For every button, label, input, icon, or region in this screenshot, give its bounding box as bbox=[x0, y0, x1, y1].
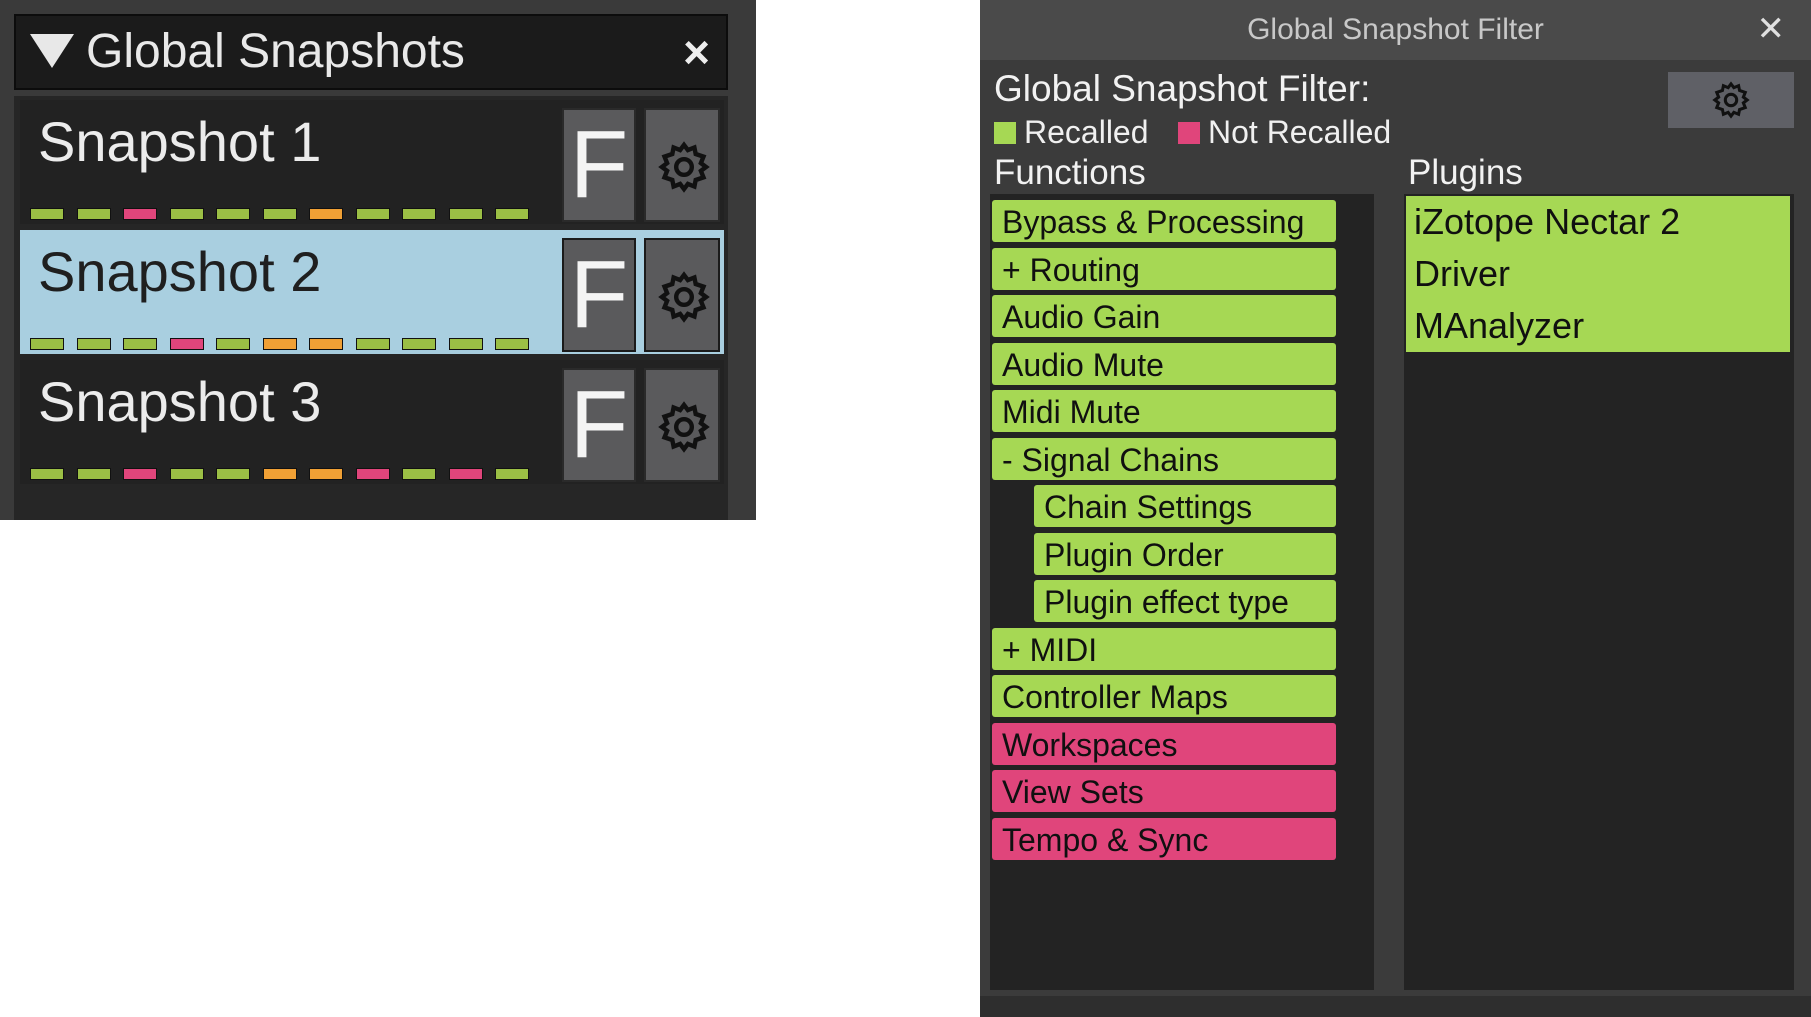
status-indicator-green bbox=[448, 338, 483, 350]
status-indicator-orange bbox=[309, 208, 343, 220]
status-indicator-green bbox=[169, 468, 204, 480]
legend-label-recalled: Recalled bbox=[1024, 114, 1149, 150]
status-indicator-green bbox=[448, 208, 483, 220]
status-indicator-pink bbox=[169, 338, 204, 350]
filter-button[interactable]: F bbox=[562, 238, 636, 352]
gear-icon bbox=[658, 271, 710, 323]
status-indicator-orange bbox=[309, 468, 343, 480]
plugin-item[interactable]: iZotope Nectar 2 bbox=[1406, 196, 1790, 248]
filter-settings-button[interactable] bbox=[1668, 72, 1794, 128]
functions-list: Bypass & Processing + Routing Audio Gain Au… bbox=[990, 194, 1374, 990]
snapshot-settings-button[interactable] bbox=[644, 108, 720, 222]
status-indicator-green bbox=[262, 208, 297, 220]
plugins-list: iZotope Nectar 2 Driver MAnalyzer bbox=[1404, 194, 1794, 990]
function-item-not-recalled[interactable]: Tempo & Sync bbox=[992, 817, 1336, 860]
snapshot-settings-button[interactable] bbox=[644, 368, 720, 482]
snapshot-name: Snapshot 2 bbox=[38, 240, 322, 303]
status-indicator-orange bbox=[309, 338, 343, 350]
window-bottom-bar bbox=[980, 996, 1811, 1017]
functions-title: Functions bbox=[994, 153, 1146, 192]
status-indicator-green bbox=[76, 338, 111, 350]
snapshot-name: Snapshot 1 bbox=[38, 110, 322, 173]
status-indicator-green bbox=[169, 208, 204, 220]
close-icon[interactable]: ✕ bbox=[1757, 0, 1786, 58]
status-indicator-green bbox=[76, 208, 111, 220]
status-indicator-pink bbox=[355, 468, 390, 480]
plugin-item[interactable]: Driver bbox=[1406, 248, 1790, 300]
snapshot-row[interactable]: Snapshot 1 F bbox=[20, 100, 724, 224]
status-indicator-green bbox=[495, 468, 529, 480]
panel-title: Global Snapshots bbox=[86, 25, 465, 78]
window-titlebar: Global Snapshot Filter ✕ bbox=[980, 0, 1811, 60]
status-indicator-orange bbox=[262, 338, 297, 350]
status-indicator-green bbox=[402, 468, 436, 480]
gear-icon bbox=[658, 401, 710, 453]
status-indicator-green bbox=[402, 208, 436, 220]
status-indicator-green bbox=[216, 468, 250, 480]
status-indicator-green bbox=[216, 338, 250, 350]
status-indicator-orange bbox=[262, 468, 297, 480]
function-item-recalled[interactable]: Audio Mute bbox=[992, 342, 1336, 385]
snapshot-row[interactable]: Snapshot 2 F bbox=[20, 230, 724, 354]
function-item-recalled[interactable]: Midi Mute bbox=[992, 390, 1336, 432]
global-snapshots-panel: Global Snapshots × Snapshot 1 F Snapshot 2… bbox=[0, 0, 756, 520]
legend-swatch-recalled bbox=[994, 122, 1016, 144]
filter-button[interactable]: F bbox=[562, 368, 636, 482]
legend-swatch-not-recalled bbox=[1178, 122, 1200, 144]
status-indicator-pink bbox=[123, 468, 157, 480]
snapshot-name: Snapshot 3 bbox=[38, 370, 322, 433]
function-item-recalled[interactable]: Plugin Order bbox=[1034, 532, 1336, 575]
close-icon[interactable]: × bbox=[683, 24, 710, 80]
status-indicator-green bbox=[76, 468, 111, 480]
panel-header: Global Snapshots × bbox=[14, 14, 728, 90]
function-item-recalled[interactable]: + MIDI bbox=[992, 627, 1336, 670]
plugins-title: Plugins bbox=[1408, 153, 1523, 192]
gear-icon bbox=[1712, 81, 1750, 119]
plugin-item[interactable]: MAnalyzer bbox=[1406, 300, 1790, 352]
status-indicator-green bbox=[30, 468, 64, 480]
filter-button[interactable]: F bbox=[562, 108, 636, 222]
status-indicator-green bbox=[495, 338, 529, 350]
gear-icon bbox=[658, 141, 710, 193]
function-item-recalled[interactable]: - Signal Chains bbox=[992, 437, 1336, 480]
snapshot-settings-button[interactable] bbox=[644, 238, 720, 352]
status-indicator-green bbox=[216, 208, 250, 220]
function-item-not-recalled[interactable]: View Sets bbox=[992, 770, 1336, 812]
function-item-not-recalled[interactable]: Workspaces bbox=[992, 722, 1336, 765]
triangle-down-icon[interactable] bbox=[30, 34, 74, 68]
function-item-recalled[interactable]: Plugin effect type bbox=[1034, 580, 1336, 622]
snapshot-list: Snapshot 1 F Snapshot 2 F Snapshot 3 F bbox=[14, 96, 728, 520]
status-indicator-pink bbox=[448, 468, 483, 480]
status-indicator-green bbox=[30, 208, 64, 220]
legend-label-not-recalled: Not Recalled bbox=[1208, 114, 1392, 150]
window-title: Global Snapshot Filter bbox=[1247, 13, 1544, 46]
filter-heading: Global Snapshot Filter: bbox=[994, 68, 1371, 109]
status-indicator-green bbox=[495, 208, 529, 220]
function-item-recalled[interactable]: Controller Maps bbox=[992, 675, 1336, 717]
function-item-recalled[interactable]: Audio Gain bbox=[992, 295, 1336, 337]
status-indicator-green bbox=[402, 338, 436, 350]
snapshot-row[interactable]: Snapshot 3 F bbox=[20, 360, 724, 484]
function-item-recalled[interactable]: Bypass & Processing bbox=[992, 200, 1336, 242]
global-snapshot-filter-window: Global Snapshot Filter ✕ Global Snapshot… bbox=[980, 0, 1811, 1017]
status-indicator-pink bbox=[123, 208, 157, 220]
status-indicator-green bbox=[30, 338, 64, 350]
status-indicator-green bbox=[123, 338, 157, 350]
status-indicator-green bbox=[355, 208, 390, 220]
function-item-recalled[interactable]: + Routing bbox=[992, 247, 1336, 290]
status-indicator-green bbox=[355, 338, 390, 350]
function-item-recalled[interactable]: Chain Settings bbox=[1034, 485, 1336, 527]
